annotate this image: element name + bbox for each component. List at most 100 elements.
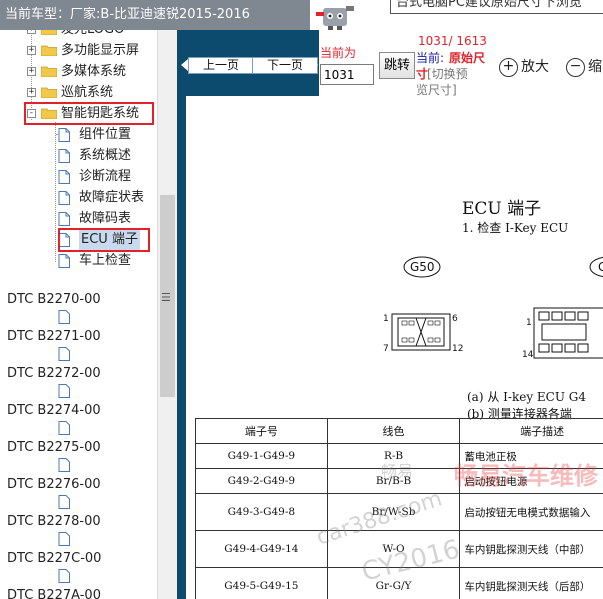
tree-label: 车上检查 xyxy=(79,253,132,268)
document-viewer: 上一页 下一页 当前为 跳转 1031/ 1613 当前: 原始尺 寸 [切换预… xyxy=(177,30,603,599)
table-cell: 启动按钮无电模式数据输入 xyxy=(459,493,603,531)
tree-label: DTC B2270-00 xyxy=(7,292,101,307)
connector-g50-label: G50 xyxy=(410,260,435,274)
tree-label: DTC B227C-00 xyxy=(7,551,102,566)
table-cell: Br/B-B xyxy=(326,468,461,494)
smart-key-highlight xyxy=(24,102,154,125)
tree-guide-line xyxy=(55,122,56,262)
tree-item-dtc[interactable]: DTC B227C-00 xyxy=(7,548,101,569)
tree-label: DTC B2276-00 xyxy=(7,477,101,492)
connector-g-label: G xyxy=(598,260,603,274)
current-size-label: 当前: xyxy=(416,51,445,65)
terminal-table: 端子号 线色 端子描述 G49-1-G49-9 R-B 蓄电池正极 G49-2-… xyxy=(195,418,603,599)
folder-icon xyxy=(41,30,57,35)
tree-item-dtc[interactable]: DTC B2275-00 xyxy=(7,437,101,458)
original-size-link[interactable]: 原始尺 xyxy=(449,49,485,66)
ecu-terminal-highlight xyxy=(58,228,150,252)
zoom-out-button[interactable]: − 缩 xyxy=(566,56,602,77)
current-page-label: 当前为 xyxy=(320,46,357,60)
folder-icon xyxy=(41,66,57,77)
tree-item-dtc[interactable]: DTC B227A-00 xyxy=(7,585,101,599)
folder-icon xyxy=(41,87,57,98)
switch-preview-link[interactable]: [切换预 xyxy=(427,65,468,82)
table-cell: G49-3-G49-8 xyxy=(195,493,328,531)
next-page-button[interactable]: 下一页 xyxy=(252,57,318,74)
page-icon[interactable] xyxy=(58,569,70,583)
page-number-input[interactable] xyxy=(320,64,374,85)
page-icon[interactable] xyxy=(58,347,70,361)
table-row: G49-1-G49-9 R-B 蓄电池正极 xyxy=(195,443,603,469)
tree-item-dtc[interactable]: DTC B2270-00 xyxy=(7,289,101,310)
viewer-toolbar: 上一页 下一页 当前为 跳转 1031/ 1613 当前: 原始尺 寸 [切换预… xyxy=(177,30,603,97)
tree-label: 系统概述 xyxy=(79,148,132,163)
page-icon[interactable] xyxy=(58,384,70,398)
page-icon xyxy=(58,212,70,226)
tree-item-dtc[interactable]: DTC B2274-00 xyxy=(7,400,101,421)
tree-label: 故障码表 xyxy=(79,211,132,226)
table-cell: G49-1-G49-9 xyxy=(195,443,328,469)
banner: 台式电脑PC建议原始尺寸下浏览 xyxy=(310,0,603,30)
pin-label: 6 xyxy=(452,314,458,324)
table-cell: Br/W-Sb xyxy=(326,493,461,531)
table-header: 线色 xyxy=(326,418,461,444)
tree-label: DTC B2272-00 xyxy=(7,366,101,381)
page-icon[interactable] xyxy=(58,532,70,546)
page-icon xyxy=(58,149,70,163)
vehicle-label: 当前车型： xyxy=(5,7,71,22)
expand-icon[interactable]: + xyxy=(27,67,36,76)
page-icon[interactable] xyxy=(58,310,70,324)
note-a: (a) 从 I-key ECU G4 xyxy=(467,390,586,404)
vehicle-bar: 当前车型：厂家:B-比亚迪速锐2015-2016 xyxy=(0,0,310,30)
page-icon xyxy=(58,128,70,142)
table-header: 端子号 xyxy=(195,418,328,444)
document-frame: ECU 端子 1. 检查 I-Key ECU G50 G 1 6 7 12 1 … xyxy=(177,96,603,599)
banner-text: 台式电脑PC建议原始尺寸下浏览 xyxy=(396,0,582,10)
tree-label: 发光LOGO xyxy=(61,30,124,40)
folder-icon xyxy=(41,45,57,56)
table-header-row: 端子号 线色 端子描述 xyxy=(195,418,603,444)
prev-page-button[interactable]: 上一页 xyxy=(188,57,254,74)
table-cell: W-O xyxy=(326,530,461,568)
table-cell: 车内钥匙探测天线（中部） xyxy=(459,530,603,568)
tree-label: 多功能显示屏 xyxy=(61,43,140,58)
next-arrow-icon[interactable] xyxy=(311,59,318,71)
pin-label: 1 xyxy=(383,314,389,324)
pin-label: 7 xyxy=(383,344,389,354)
mascot-icon xyxy=(316,6,354,30)
expand-icon[interactable]: + xyxy=(27,46,36,55)
page-icon[interactable] xyxy=(58,495,70,509)
expand-icon[interactable]: + xyxy=(27,88,36,97)
grip-icon[interactable]: ☰ xyxy=(161,292,171,303)
page-icon[interactable] xyxy=(58,421,70,435)
zoom-out-icon: − xyxy=(566,57,585,77)
page-icon[interactable] xyxy=(58,458,70,472)
tree-item-dtc[interactable]: DTC B2278-00 xyxy=(7,511,101,532)
page-icon xyxy=(58,254,70,268)
tree-label: 故障症状表 xyxy=(79,190,145,205)
table-row: G49-3-G49-8 Br/W-Sb 启动按钮无电模式数据输入 xyxy=(195,493,603,531)
app-window: 当前车型：厂家:B-比亚迪速锐2015-2016 台式电脑PC建议原始尺寸下浏览… xyxy=(0,0,603,599)
zoom-in-label: 放大 xyxy=(521,59,549,75)
pin-label: 1 xyxy=(526,318,532,328)
table-row: G49-2-G49-9 Br/B-B 启动按钮电源 xyxy=(195,468,603,494)
table-cell: G49-4-G49-14 xyxy=(195,530,328,568)
table-cell: Gr-G/Y xyxy=(326,567,461,599)
prev-arrow-icon[interactable] xyxy=(181,59,188,71)
table-header: 端子描述 xyxy=(459,418,603,444)
doc-step: 1. 检查 I-Key ECU xyxy=(462,221,569,235)
pin-label: 12 xyxy=(452,344,464,354)
pin-label: 14 xyxy=(522,350,534,360)
tree-item-dtc[interactable]: DTC B2272-00 xyxy=(7,363,101,384)
jump-button[interactable]: 跳转 xyxy=(379,52,415,79)
table-cell: G49-5-G49-15 xyxy=(195,567,328,599)
tree-label: DTC B2271-00 xyxy=(7,329,101,344)
tree-item-dtc[interactable]: DTC B2271-00 xyxy=(7,326,101,347)
tree-scrollbar[interactable]: ☰ xyxy=(157,30,177,599)
expand-icon[interactable]: + xyxy=(27,30,36,34)
tree-label: DTC B2275-00 xyxy=(7,440,101,455)
doc-title: ECU 端子 xyxy=(462,199,542,219)
zoom-in-button[interactable]: + 放大 xyxy=(499,56,549,77)
tree-item-dtc[interactable]: DTC B2276-00 xyxy=(7,474,101,495)
tree-label: 组件位置 xyxy=(79,127,132,142)
page-icon xyxy=(58,191,70,205)
